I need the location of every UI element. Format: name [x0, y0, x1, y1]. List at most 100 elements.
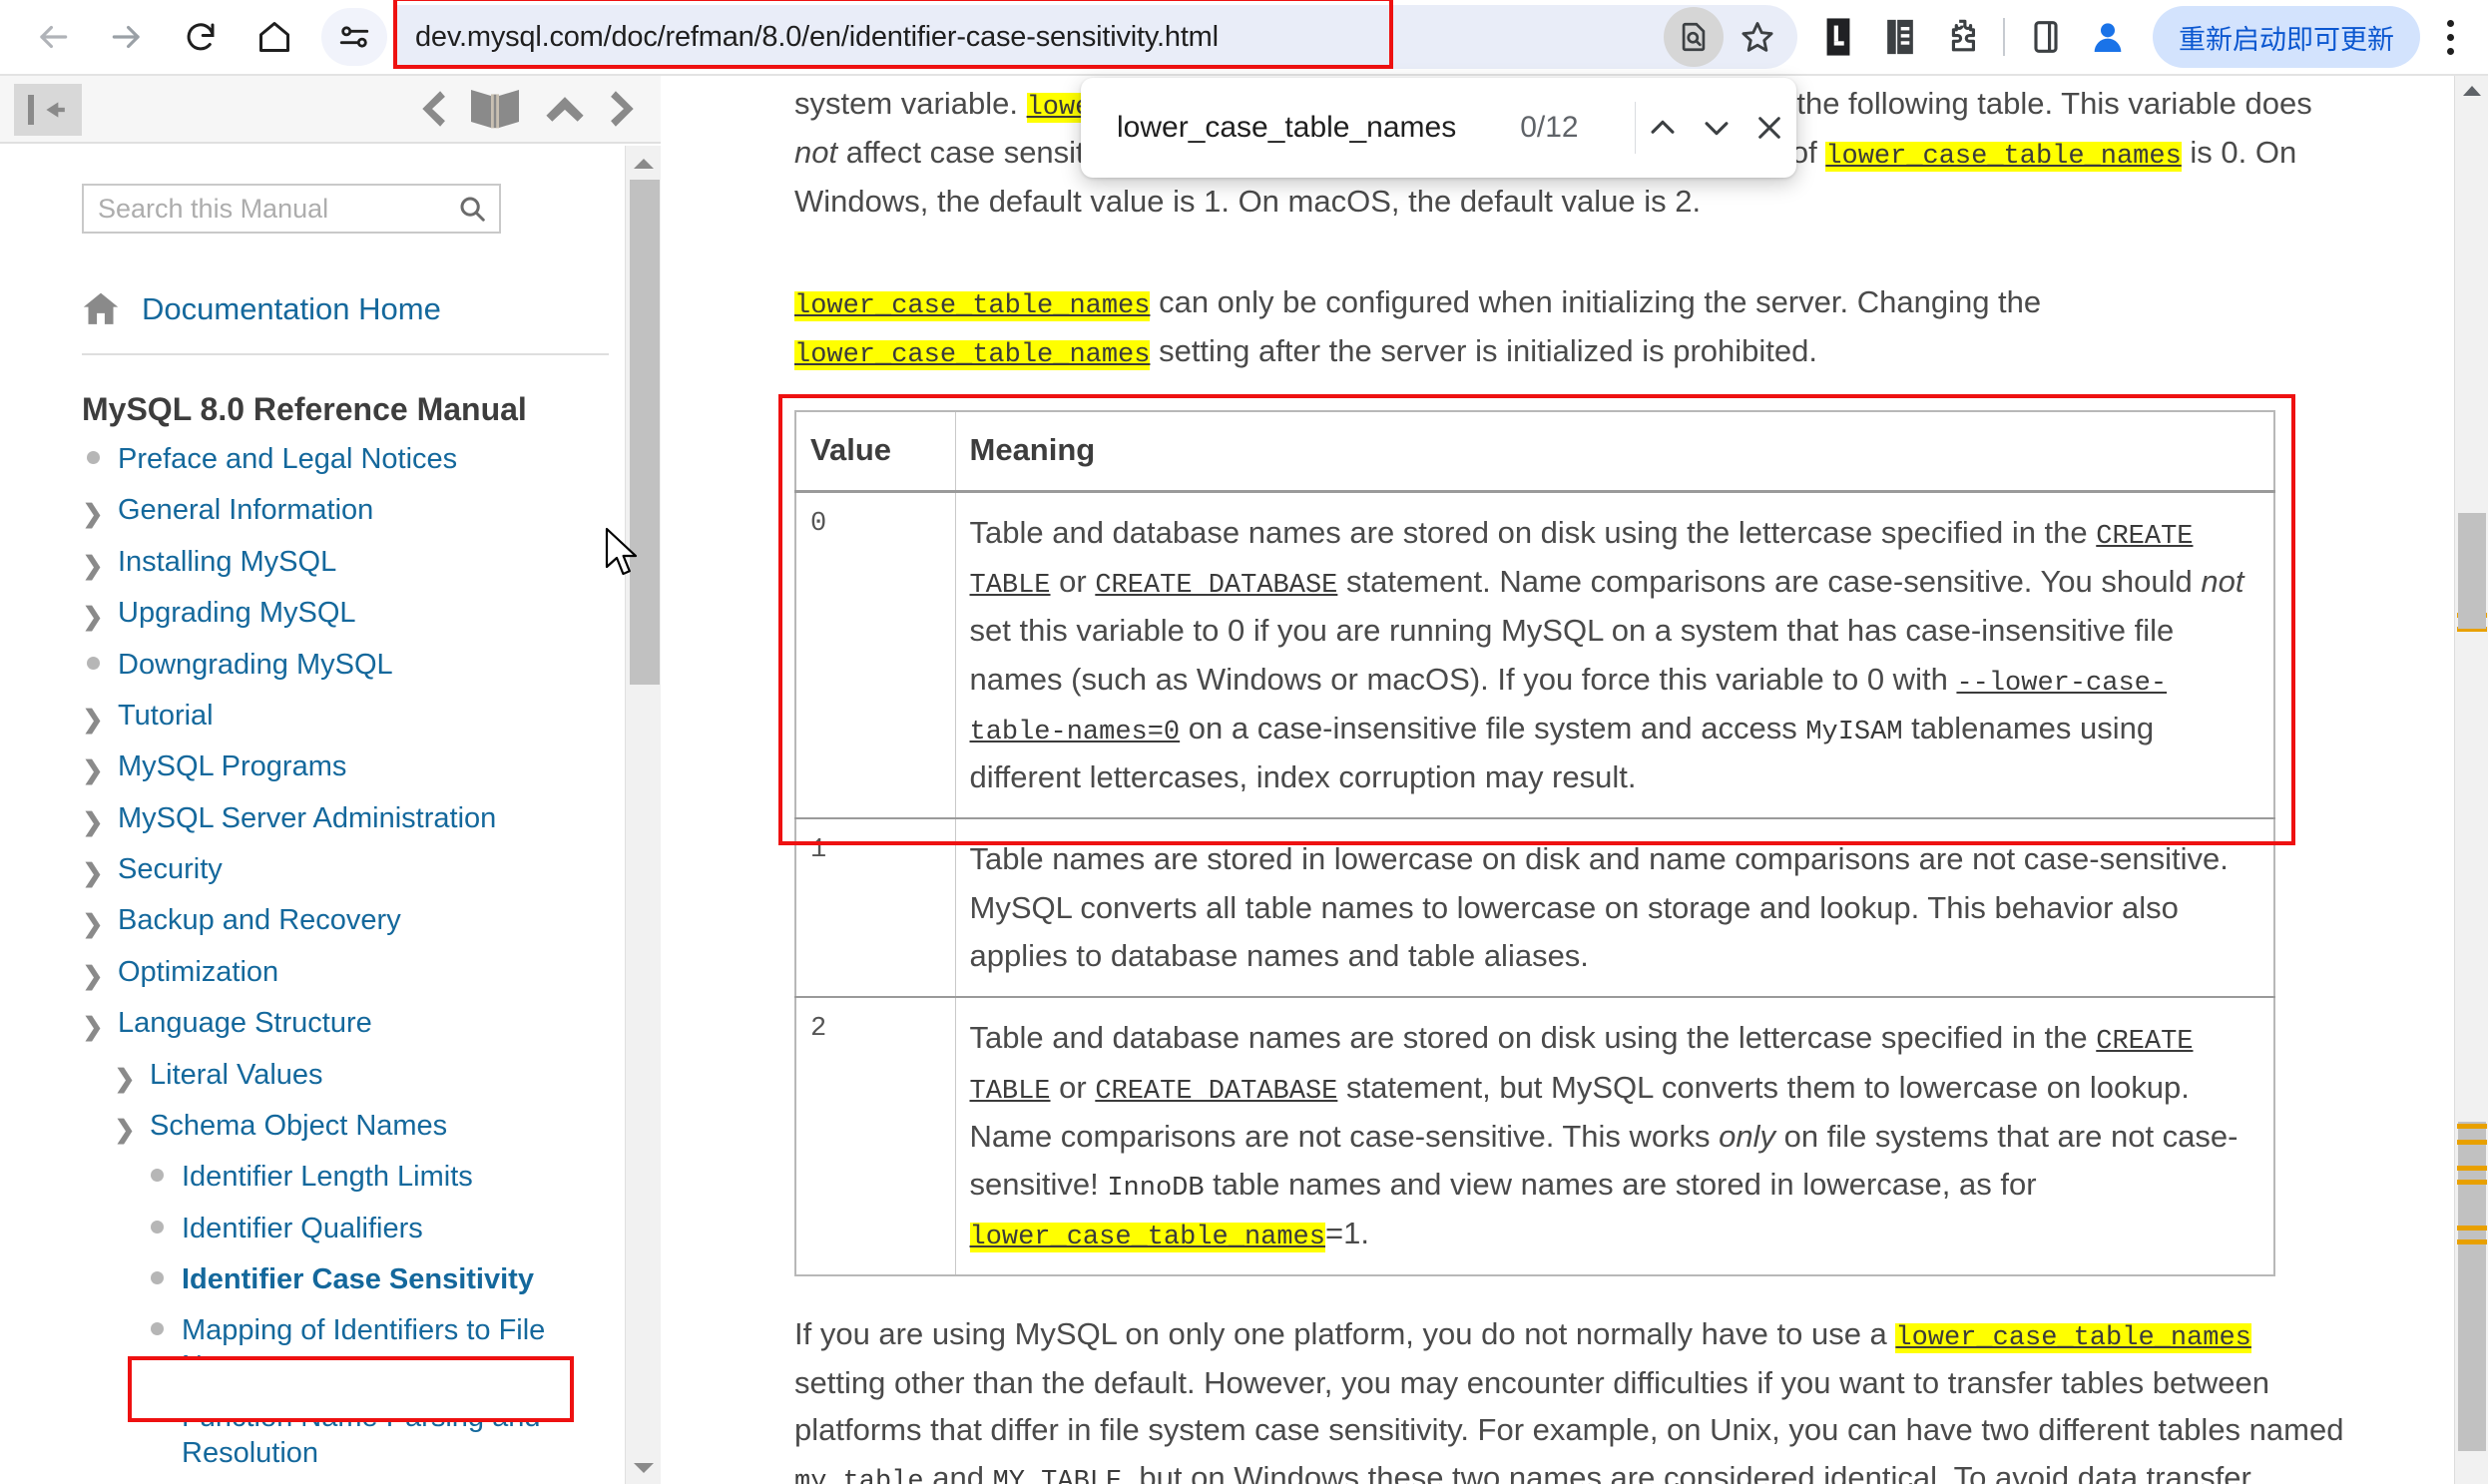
sidebar-item-label: Language Structure — [118, 1007, 372, 1040]
page-scrollbar[interactable] — [2454, 76, 2488, 1484]
address-bar[interactable]: dev.mysql.com/doc/refman/8.0/en/identifi… — [393, 5, 1797, 69]
sidebar-item-general-information[interactable]: ❯ General Information — [82, 493, 621, 528]
sidebar-item-label: Downgrading MySQL — [118, 648, 393, 681]
sidebar-item-mysql-server-administration[interactable]: ❯ MySQL Server Administration — [82, 801, 621, 836]
documentation-home-label: Documentation Home — [142, 291, 441, 326]
browser-menu-button[interactable] — [2422, 6, 2478, 68]
up-page-icon — [546, 97, 584, 122]
chevron-right-icon: ❯ — [114, 1064, 136, 1093]
text-fragment: on a case-insensitive file system and ac… — [1180, 710, 1806, 745]
sidebar-item-identifier-qualifiers[interactable]: Identifier Qualifiers — [146, 1212, 621, 1246]
sidebar-item-mysql-programs[interactable]: ❯ MySQL Programs — [82, 749, 621, 784]
back-button[interactable] — [22, 6, 84, 68]
page-scrollbar-thumb[interactable] — [2458, 1122, 2486, 1451]
text-fragment: statement. Name comparisons are case-sen… — [1337, 564, 2202, 600]
extension-puzzle-icon[interactable] — [1931, 6, 1993, 68]
page-scroll-up-arrow-icon[interactable] — [2455, 76, 2488, 106]
inline-code-link[interactable]: CREATE DATABASE — [1095, 1077, 1337, 1107]
text-fragment: If you are using MySQL on only one platf… — [794, 1316, 1896, 1352]
update-button[interactable]: 重新启动即可更新 — [2153, 6, 2420, 68]
find-query-text[interactable]: lower_case_table_names — [1117, 111, 1456, 145]
text-fragment: setting after the server is initialized … — [1150, 333, 1818, 369]
sidebar-item-identifier-case-sensitivity[interactable]: Identifier Case Sensitivity — [146, 1262, 621, 1297]
sidebar-item-upgrading-mysql[interactable]: ❯ Upgrading MySQL — [82, 596, 621, 631]
next-page-button[interactable] — [609, 88, 639, 130]
sidebar-item-label: Upgrading MySQL — [118, 597, 356, 630]
inline-code-link[interactable]: CREATE DATABASE — [1095, 571, 1337, 601]
chevron-right-icon: ❯ — [82, 500, 104, 529]
sidebar-item-label: Mapping of Identifiers to File Names — [182, 1314, 546, 1382]
sidebar-item-label: Security — [118, 853, 223, 885]
sidebar-item-downgrading-mysql[interactable]: Downgrading MySQL — [82, 648, 621, 683]
page-viewport: Documentation Home MySQL 8.0 Reference M… — [0, 74, 2488, 1484]
emphasis-text: only — [1719, 1118, 1775, 1154]
prev-page-button[interactable] — [417, 88, 447, 130]
cell-value-text: 2 — [810, 1014, 827, 1045]
sidebar-item-mapping-of-identifiers-to-file-names[interactable]: Mapping of Identifiers to File Names — [146, 1313, 565, 1384]
search-input[interactable] — [96, 192, 457, 226]
documentation-home-link[interactable]: Documentation Home — [82, 291, 609, 355]
page-search-icon — [1682, 22, 1706, 52]
home-button[interactable] — [244, 6, 305, 68]
inline-code-highlighted: lower_case_table_names — [1895, 1323, 2251, 1354]
bullet-icon — [146, 1313, 168, 1340]
sidebar-item-backup-and-recovery[interactable]: ❯ Backup and Recovery — [82, 903, 621, 938]
sidebar-item-installing-mysql[interactable]: ❯ Installing MySQL — [82, 545, 621, 580]
sidebar-item-schema-object-names[interactable]: ❯ Schema Object Names — [114, 1109, 621, 1144]
scroll-up-arrow-icon[interactable] — [626, 146, 661, 182]
up-page-button[interactable] — [543, 93, 587, 125]
chevron-right-icon: ❯ — [82, 807, 104, 836]
bookmark-button[interactable] — [1728, 7, 1787, 67]
text-fragment: setting other than the default. However,… — [794, 1365, 2344, 1448]
home-icon — [83, 292, 119, 324]
extension-copy-icon[interactable] — [1869, 6, 1931, 68]
find-match-tick — [2457, 1140, 2487, 1145]
sidebar-item-optimization[interactable]: ❯ Optimization — [82, 955, 621, 990]
tune-sliders-icon — [339, 26, 369, 48]
find-match-tick — [2457, 1239, 2487, 1244]
inline-code-highlighted: lower_case_table_names — [794, 340, 1151, 371]
extension-dark-icon[interactable] — [1807, 6, 1869, 68]
sidebar-item-language-structure[interactable]: ❯ Language Structure — [82, 1006, 621, 1041]
sidebar-item-label: Literal Values — [150, 1058, 323, 1091]
sidebar-item-tutorial[interactable]: ❯ Tutorial — [82, 699, 621, 734]
sidebar-item-literal-values[interactable]: ❯ Literal Values — [114, 1058, 621, 1093]
bullet-icon — [146, 1400, 168, 1427]
sidebar-scrollbar-thumb[interactable] — [630, 180, 660, 685]
sidebar-item-label: Identifier Length Limits — [182, 1161, 473, 1194]
sidebar-item-label: General Information — [118, 494, 374, 527]
sidebar-item-label: MySQL Server Administration — [118, 801, 497, 834]
chevron-right-icon: ❯ — [82, 756, 104, 785]
manual-search-box[interactable] — [82, 184, 501, 234]
sidebar-scrollbar[interactable] — [625, 146, 661, 1484]
site-settings-button[interactable] — [321, 8, 387, 66]
find-in-page-button[interactable] — [1664, 7, 1724, 67]
forward-button[interactable] — [96, 6, 158, 68]
chevron-right-icon: ❯ — [82, 603, 104, 632]
column-header-meaning: Meaning — [954, 410, 2275, 494]
sidebar-item-identifier-length-limits[interactable]: Identifier Length Limits — [146, 1160, 621, 1195]
text-fragment: Table names are stored in lowercase on d… — [969, 841, 2229, 974]
collapse-sidebar-button[interactable] — [14, 84, 82, 136]
profile-avatar-icon — [2094, 23, 2122, 52]
page-scrollbar-thumb-upper[interactable] — [2458, 513, 2486, 629]
collapse-sidebar-icon — [45, 102, 65, 118]
chevron-right-icon: ❯ — [82, 910, 104, 939]
sidebar-item-security[interactable]: ❯ Security — [82, 852, 621, 887]
reload-icon — [187, 23, 215, 51]
table-row: 0 Table and database names are stored on… — [794, 491, 2275, 819]
find-next-button[interactable] — [1690, 91, 1743, 165]
find-previous-button[interactable] — [1636, 91, 1690, 165]
search-icon[interactable] — [457, 194, 487, 224]
update-button-label: 重新启动即可更新 — [2179, 24, 2394, 55]
sidebar-item-label: Function Name Parsing and Resolution — [182, 1401, 541, 1469]
scroll-down-arrow-icon[interactable] — [626, 1450, 661, 1484]
profile-button[interactable] — [2077, 6, 2139, 68]
reload-button[interactable] — [170, 6, 232, 68]
sidebar-item-function-name-parsing-and-resolution[interactable]: Function Name Parsing and Resolution — [146, 1400, 565, 1471]
find-close-button[interactable] — [1742, 91, 1796, 165]
side-panel-button[interactable] — [2015, 6, 2077, 68]
sidebar-item-preface-and-legal-notices[interactable]: Preface and Legal Notices — [82, 442, 621, 477]
table-of-contents-button[interactable] — [469, 86, 521, 132]
kebab-dot — [2446, 19, 2454, 27]
